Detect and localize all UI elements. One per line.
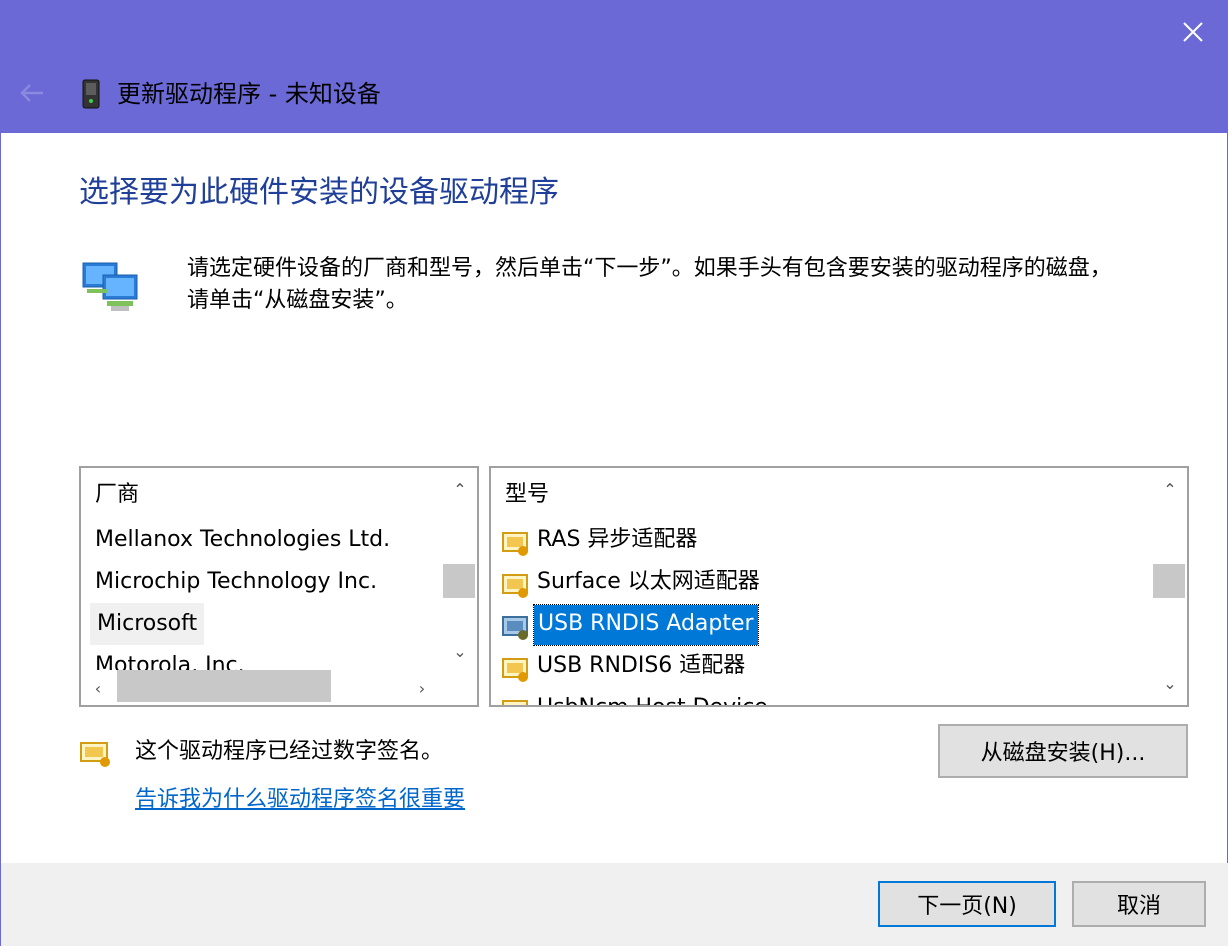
scroll-thumb[interactable] xyxy=(443,564,475,598)
page-heading: 选择要为此硬件安装的设备驱动程序 xyxy=(79,175,559,210)
scroll-thumb[interactable] xyxy=(1153,564,1185,598)
manufacturer-header: 厂商 xyxy=(95,482,140,507)
back-arrow-icon xyxy=(20,84,43,102)
window-title: 更新驱动程序 - 未知设备 xyxy=(117,80,381,108)
scroll-down-icon[interactable]: ⌄ xyxy=(443,636,477,666)
model-header: 型号 xyxy=(505,482,550,507)
close-icon xyxy=(1183,22,1203,42)
manufacturer-item[interactable]: Microchip Technology Inc. xyxy=(95,567,377,597)
manufacturer-horizontal-scrollbar[interactable]: ‹ › xyxy=(81,670,477,705)
scroll-right-icon[interactable]: › xyxy=(407,673,437,703)
scroll-down-icon[interactable]: ⌄ xyxy=(1153,668,1187,698)
scroll-up-icon[interactable]: ⌃ xyxy=(1153,474,1187,504)
manufacturer-vertical-scrollbar[interactable]: ⌃ ⌄ xyxy=(443,468,477,672)
scroll-thumb[interactable] xyxy=(117,670,331,702)
model-item[interactable]: RAS 异步适配器 xyxy=(537,525,697,555)
instructions-line-1: 请选定硬件设备的厂商和型号，然后单击“下一步”。如果手头有包含要安装的驱动程序的… xyxy=(187,256,1112,281)
signature-status: 这个驱动程序已经过数字签名。 xyxy=(135,739,444,764)
driver-update-dialog: 更新驱动程序 - 未知设备 选择要为此硬件安装的设备驱动程序 请选定硬件设备的厂… xyxy=(0,0,1228,946)
driver-icon xyxy=(502,700,528,705)
model-item[interactable]: UsbNcm Host Device xyxy=(537,693,768,705)
title-bar: 更新驱动程序 - 未知设备 xyxy=(1,1,1228,133)
close-button[interactable] xyxy=(1157,1,1228,63)
signature-info-link[interactable]: 告诉我为什么驱动程序签名很重要 xyxy=(135,785,465,815)
driver-icon xyxy=(502,574,528,598)
scroll-up-icon[interactable]: ⌃ xyxy=(443,474,477,504)
network-adapter-icon xyxy=(81,259,143,315)
model-item-selected[interactable]: USB RNDIS Adapter xyxy=(533,604,759,646)
have-disk-button[interactable]: 从磁盘安装(H)... xyxy=(938,724,1188,778)
manufacturer-item[interactable]: Mellanox Technologies Ltd. xyxy=(95,525,390,555)
back-button[interactable] xyxy=(17,79,47,107)
driver-icon xyxy=(502,658,528,682)
model-vertical-scrollbar[interactable]: ⌃ ⌄ xyxy=(1153,468,1187,705)
scroll-left-icon[interactable]: ‹ xyxy=(83,673,113,703)
unknown-device-icon xyxy=(81,79,101,109)
next-button[interactable]: 下一页(N) xyxy=(878,881,1056,927)
model-listbox[interactable]: 型号 RAS 异步适配器 Surface 以太网适配器 USB RNDIS Ad… xyxy=(489,466,1189,707)
model-item[interactable]: USB RNDIS6 适配器 xyxy=(537,651,745,681)
instructions-line-2: 请单击“从磁盘安装”。 xyxy=(187,288,408,313)
instructions: 请选定硬件设备的厂商和型号，然后单击“下一步”。如果手头有包含要安装的驱动程序的… xyxy=(187,253,1187,317)
cancel-button[interactable]: 取消 xyxy=(1072,881,1206,927)
model-item[interactable]: Surface 以太网适配器 xyxy=(537,567,760,597)
manufacturer-item-selected[interactable]: Microsoft xyxy=(90,603,205,645)
driver-certificate-icon xyxy=(80,742,110,767)
manufacturer-listbox[interactable]: 厂商 Mellanox Technologies Ltd. Microchip … xyxy=(79,466,479,707)
driver-icon xyxy=(502,532,528,556)
driver-icon xyxy=(502,616,528,640)
